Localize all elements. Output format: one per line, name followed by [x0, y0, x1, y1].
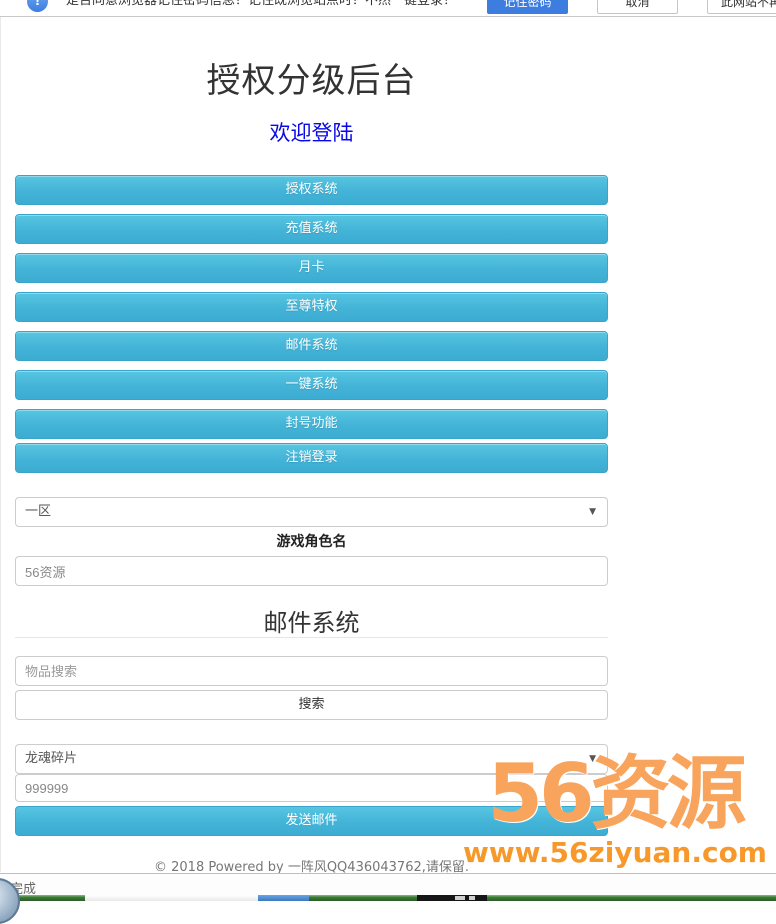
taskbar-button-detail	[455, 896, 465, 900]
remember-password-button[interactable]: 记住密码	[487, 0, 568, 14]
welcome-login-link[interactable]: 欢迎登陆	[15, 117, 608, 147]
nav-button-stack: 授权系统 充值系统 月卡 至尊特权 邮件系统 一键系统 封号功能 注销登录	[15, 175, 608, 482]
screenshot-root: { "infobar": { "icon": "key-icon", "mess…	[0, 0, 776, 901]
nav-button-logout[interactable]: 注销登录	[15, 443, 608, 473]
taskbar-button-detail	[469, 896, 475, 900]
browser-status-bar: 完成	[0, 873, 776, 896]
role-name-input[interactable]	[15, 556, 608, 586]
taskbar-button[interactable]	[417, 895, 487, 901]
zone-select[interactable]: 一区 ▼	[15, 497, 608, 527]
taskbar-button[interactable]	[487, 895, 776, 901]
nav-button-onekey-system[interactable]: 一键系统	[15, 370, 608, 400]
mail-section-heading: 邮件系统	[15, 603, 608, 638]
item-select-value: 龙魂碎片	[25, 751, 77, 766]
page-content: 授权分级后台 欢迎登陆 授权系统 充值系统 月卡 至尊特权 邮件系统 一键系统 …	[0, 17, 776, 872]
never-ask-button[interactable]: 此网站不再询问	[707, 0, 776, 14]
taskbar-button[interactable]	[12, 895, 85, 901]
page-title: 授权分级后台	[15, 53, 608, 102]
search-button[interactable]: 搜索	[15, 690, 608, 720]
dropdown-arrow-icon: ▼	[589, 498, 596, 526]
zone-select-value: 一区	[25, 504, 51, 519]
item-search-input[interactable]	[15, 656, 608, 686]
quantity-input[interactable]	[15, 774, 608, 802]
section-divider	[15, 637, 608, 638]
send-mail-button[interactable]: 发送邮件	[15, 806, 608, 836]
taskbar-sliver	[0, 895, 776, 901]
taskbar-button[interactable]	[309, 895, 417, 901]
nav-button-auth-system[interactable]: 授权系统	[15, 175, 608, 205]
item-select[interactable]: 龙魂碎片 ▼	[15, 744, 608, 774]
key-icon: !	[27, 0, 48, 12]
browser-infobar: ! 是否同意浏览器记住密码信息？记住既浏览站点时？不然一键登录！ 记住密码 取消…	[0, 0, 776, 17]
nav-button-mail-system[interactable]: 邮件系统	[15, 331, 608, 361]
nav-button-supreme-privilege[interactable]: 至尊特权	[15, 292, 608, 322]
cancel-button[interactable]: 取消	[597, 0, 678, 14]
role-name-label: 游戏角色名	[15, 531, 608, 551]
nav-button-recharge-system[interactable]: 充值系统	[15, 214, 608, 244]
taskbar-button-active[interactable]	[258, 895, 309, 901]
infobar-message: 是否同意浏览器记住密码信息？记住既浏览站点时？不然一键登录！	[66, 0, 456, 8]
nav-button-ban-function[interactable]: 封号功能	[15, 409, 608, 439]
nav-button-month-card[interactable]: 月卡	[15, 253, 608, 283]
dropdown-arrow-icon: ▼	[589, 745, 596, 773]
taskbar-button[interactable]	[85, 895, 258, 901]
